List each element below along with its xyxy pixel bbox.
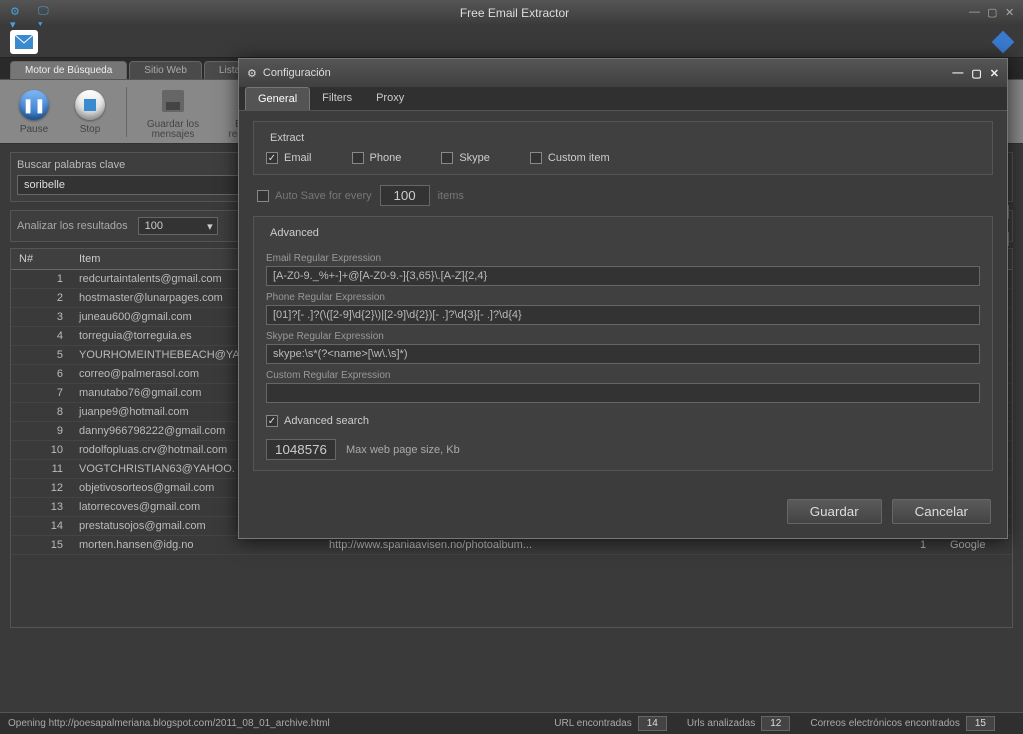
emails-found-label: Correos electrónicos encontrados: [810, 718, 960, 729]
analyze-select[interactable]: 100▾: [138, 217, 218, 235]
extract-fieldset: Extract Email Phone Skype Custom item: [253, 121, 993, 175]
dialog-close-icon[interactable]: ✕: [990, 67, 999, 80]
url-found-label: URL encontradas: [554, 718, 631, 729]
analyze-label: Analizar los resultados: [17, 220, 128, 232]
cell-num: 10: [11, 441, 71, 460]
cell-num: 14: [11, 517, 71, 536]
save-messages-button[interactable]: Guardar los mensajes: [137, 82, 209, 142]
checkbox-email[interactable]: Email: [266, 152, 312, 164]
cell-num: 6: [11, 365, 71, 384]
checkbox-custom[interactable]: Custom item: [530, 152, 610, 164]
settings-dialog: ⚙ Configuración — ▢ ✕ General Filters Pr…: [238, 58, 1008, 539]
phone-regex-label: Phone Regular Expression: [266, 292, 980, 303]
settings-icon: ⚙: [247, 67, 257, 80]
cell-num: 7: [11, 384, 71, 403]
save-button[interactable]: Guardar: [787, 499, 882, 524]
dialog-footer: Guardar Cancelar: [239, 489, 1007, 538]
autosave-items-label: items: [438, 190, 464, 202]
email-regex-input[interactable]: [266, 266, 980, 286]
cell-num: 8: [11, 403, 71, 422]
monitor-icon[interactable]: 🖵 ▾: [38, 5, 54, 21]
pause-button[interactable]: ❚❚ Pause: [8, 86, 60, 137]
skype-regex-input[interactable]: [266, 344, 980, 364]
checkbox-advanced-search[interactable]: Advanced search: [266, 415, 980, 427]
dialog-maximize-icon[interactable]: ▢: [971, 67, 981, 80]
help-diamond-icon[interactable]: [992, 30, 1015, 53]
emails-found-value: 15: [966, 716, 995, 731]
custom-regex-label: Custom Regular Expression: [266, 370, 980, 381]
tab-motor[interactable]: Motor de Búsqueda: [10, 61, 127, 79]
cancel-button[interactable]: Cancelar: [892, 499, 991, 524]
checkbox-skype[interactable]: Skype: [441, 152, 490, 164]
separator: [126, 87, 127, 137]
max-page-size-label: Max web page size, Kb: [346, 444, 460, 456]
checkbox-icon: [257, 190, 269, 202]
cell-num: 2: [11, 289, 71, 308]
extract-legend: Extract: [266, 132, 308, 144]
tab-proxy[interactable]: Proxy: [364, 87, 416, 110]
maximize-icon[interactable]: ▢: [987, 6, 1001, 20]
stop-label: Stop: [80, 124, 101, 135]
statusbar: Opening http://poesapalmeriana.blogspot.…: [0, 712, 1023, 734]
save-label: Guardar los mensajes: [139, 120, 207, 140]
cell-num: 9: [11, 422, 71, 441]
app-title: Free Email Extractor: [60, 6, 969, 20]
url-analyzed-label: Urls analizadas: [687, 718, 755, 729]
phone-regex-input[interactable]: [266, 305, 980, 325]
checkbox-icon: [266, 152, 278, 164]
cell-num: 12: [11, 479, 71, 498]
url-found-value: 14: [638, 716, 667, 731]
stop-button[interactable]: Stop: [64, 86, 116, 137]
dialog-tabs: General Filters Proxy: [239, 87, 1007, 111]
titlebar: ⚙ ▾ 🖵 ▾ Free Email Extractor — ▢ ✕: [0, 0, 1023, 26]
email-regex-label: Email Regular Expression: [266, 253, 980, 264]
cell-num: 15: [11, 536, 71, 555]
save-icon: [156, 84, 190, 118]
cell-num: 5: [11, 346, 71, 365]
cell-num: 3: [11, 308, 71, 327]
gear-icon[interactable]: ⚙ ▾: [10, 5, 26, 21]
app-icon[interactable]: [10, 30, 38, 54]
stop-icon: [75, 90, 105, 120]
pause-label: Pause: [20, 124, 48, 135]
max-page-size-input[interactable]: [266, 439, 336, 460]
dialog-minimize-icon[interactable]: —: [952, 67, 963, 79]
cell-num: 1: [11, 270, 71, 289]
checkbox-icon: [530, 152, 542, 164]
advanced-legend: Advanced: [266, 227, 323, 239]
dialog-titlebar[interactable]: ⚙ Configuración — ▢ ✕: [239, 59, 1007, 87]
status-opening: Opening http://poesapalmeriana.blogspot.…: [8, 718, 330, 729]
close-icon[interactable]: ✕: [1005, 6, 1019, 20]
custom-regex-input[interactable]: [266, 383, 980, 403]
autosave-count-input[interactable]: [380, 185, 430, 206]
tab-filters[interactable]: Filters: [310, 87, 364, 110]
cell-num: 4: [11, 327, 71, 346]
cell-num: 13: [11, 498, 71, 517]
checkbox-phone[interactable]: Phone: [352, 152, 402, 164]
skype-regex-label: Skype Regular Expression: [266, 331, 980, 342]
menubar: [0, 26, 1023, 58]
dialog-body: Extract Email Phone Skype Custom item Au…: [239, 111, 1007, 489]
checkbox-icon: [441, 152, 453, 164]
tab-general[interactable]: General: [245, 87, 310, 110]
advanced-fieldset: Advanced Email Regular Expression Phone …: [253, 216, 993, 471]
dialog-title: Configuración: [263, 67, 945, 79]
cell-num: 11: [11, 460, 71, 479]
url-analyzed-value: 12: [761, 716, 790, 731]
tab-sitioweb[interactable]: Sitio Web: [129, 61, 202, 79]
col-num[interactable]: N#: [11, 249, 71, 270]
checkbox-icon: [266, 415, 278, 427]
minimize-icon[interactable]: —: [969, 6, 983, 20]
checkbox-autosave[interactable]: Auto Save for every: [257, 190, 372, 202]
pause-icon: ❚❚: [19, 90, 49, 120]
checkbox-icon: [352, 152, 364, 164]
